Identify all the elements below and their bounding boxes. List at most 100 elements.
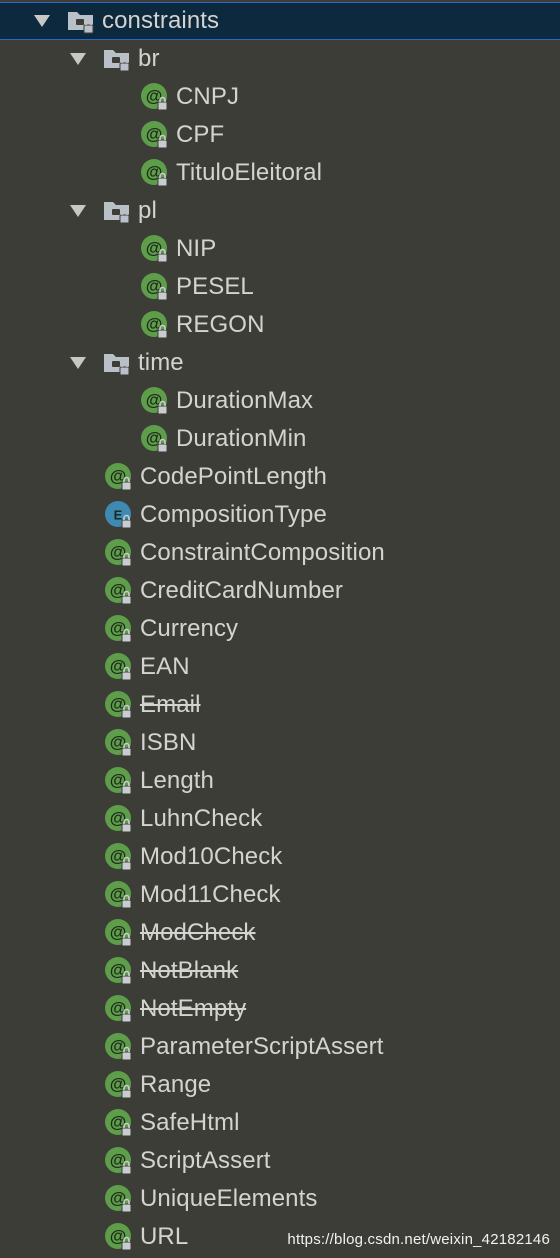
tree-node-label: time — [138, 349, 184, 376]
tree-node-label: ScriptAssert — [140, 1147, 271, 1174]
tree-node-isbn[interactable]: @ ISBN — [0, 724, 560, 762]
annotation-icon: @ — [104, 842, 134, 872]
tree-node-label: ConstraintComposition — [140, 539, 385, 566]
tree-node-label: Length — [140, 767, 215, 794]
tree-node-label: CompositionType — [140, 501, 327, 528]
tree-node-length[interactable]: @ Length — [0, 762, 560, 800]
tree-node-label: NIP — [176, 235, 217, 262]
annotation-icon: @ — [104, 1222, 134, 1252]
tree-node-label: Currency — [140, 615, 239, 642]
tree-node-label: ISBN — [140, 729, 197, 756]
tree-node-pl[interactable]: pl — [0, 192, 560, 230]
tree-node-label: NotEmpty — [140, 995, 247, 1022]
tree-node-label: CodePointLength — [140, 463, 327, 490]
tree-node-email[interactable]: @ Email — [0, 686, 560, 724]
tree-node-safehtml[interactable]: @ SafeHtml — [0, 1104, 560, 1142]
tree-node-label: CreditCardNumber — [140, 577, 343, 604]
annotation-icon: @ — [140, 82, 170, 112]
tree-node-creditcardnumber[interactable]: @ CreditCardNumber — [0, 572, 560, 610]
tree-node-label: URL — [140, 1223, 189, 1250]
tree-node-label: TituloEleitoral — [176, 159, 323, 186]
expand-arrow-icon[interactable] — [68, 353, 88, 373]
tree-node-durationmax[interactable]: @ DurationMax — [0, 382, 560, 420]
expand-arrow-icon[interactable] — [32, 11, 52, 31]
tree-node-br[interactable]: br — [0, 40, 560, 78]
annotation-icon: @ — [104, 804, 134, 834]
annotation-icon: @ — [140, 272, 170, 302]
tree-node-cnpj[interactable]: @ CNPJ — [0, 78, 560, 116]
tree-node-durationmin[interactable]: @ DurationMin — [0, 420, 560, 458]
folder-package-icon — [102, 44, 132, 74]
tree-node-tituloeleitoral[interactable]: @ TituloEleitoral — [0, 154, 560, 192]
annotation-icon: @ — [104, 766, 134, 796]
annotation-icon: @ — [104, 994, 134, 1024]
annotation-icon: @ — [104, 538, 134, 568]
annotation-icon: @ — [140, 120, 170, 150]
tree-node-label: Range — [140, 1071, 212, 1098]
expand-arrow-icon[interactable] — [68, 49, 88, 69]
tree-node-parameterscriptassert[interactable]: @ ParameterScriptAssert — [0, 1028, 560, 1066]
tree-node-label: DurationMax — [176, 387, 314, 414]
annotation-icon: @ — [104, 1108, 134, 1138]
annotation-icon: @ — [104, 614, 134, 644]
annotation-icon: @ — [104, 1070, 134, 1100]
tree-node-label: EAN — [140, 653, 190, 680]
tree-node-scriptassert[interactable]: @ ScriptAssert — [0, 1142, 560, 1180]
tree-node-label: UniqueElements — [140, 1185, 318, 1212]
annotation-icon: @ — [104, 576, 134, 606]
tree-node-label: LuhnCheck — [140, 805, 263, 832]
tree-node-range[interactable]: @ Range — [0, 1066, 560, 1104]
annotation-icon: @ — [140, 310, 170, 340]
tree-node-label: Mod10Check — [140, 843, 283, 870]
tree-node-label: NotBlank — [140, 957, 239, 984]
tree-node-notempty[interactable]: @ NotEmpty — [0, 990, 560, 1028]
annotation-icon: @ — [104, 918, 134, 948]
annotation-icon: @ — [104, 880, 134, 910]
tree-node-constraints[interactable]: constraints — [0, 2, 560, 40]
annotation-icon: @ — [104, 728, 134, 758]
tree-node-codepointlength[interactable]: @ CodePointLength — [0, 458, 560, 496]
tree-node-label: constraints — [102, 7, 220, 34]
folder-package-icon — [102, 196, 132, 226]
annotation-icon: @ — [104, 1184, 134, 1214]
tree-node-mod10check[interactable]: @ Mod10Check — [0, 838, 560, 876]
folder-package-icon — [66, 6, 96, 36]
annotation-icon: @ — [104, 1146, 134, 1176]
annotation-icon: @ — [104, 956, 134, 986]
annotation-icon: @ — [104, 652, 134, 682]
tree-node-time[interactable]: time — [0, 344, 560, 382]
tree-node-label: pl — [138, 197, 157, 224]
tree-node-label: DurationMin — [176, 425, 307, 452]
annotation-icon: @ — [140, 234, 170, 264]
tree-node-label: Mod11Check — [140, 881, 281, 908]
annotation-icon: @ — [104, 1032, 134, 1062]
tree-node-label: PESEL — [176, 273, 254, 300]
tree-node-label: Email — [140, 691, 201, 718]
tree-node-compositiontype[interactable]: E CompositionType — [0, 496, 560, 534]
folder-package-icon — [102, 348, 132, 378]
annotation-icon: @ — [140, 158, 170, 188]
tree-node-luhncheck[interactable]: @ LuhnCheck — [0, 800, 560, 838]
tree-node-constraintcomposition[interactable]: @ ConstraintComposition — [0, 534, 560, 572]
project-tree[interactable]: constraints br @ CNPJ @ CPF @ TituloEleitoral pl… — [0, 0, 560, 1258]
tree-node-label: ParameterScriptAssert — [140, 1033, 384, 1060]
tree-node-uniqueelements[interactable]: @ UniqueElements — [0, 1180, 560, 1218]
tree-node-ean[interactable]: @ EAN — [0, 648, 560, 686]
expand-arrow-icon[interactable] — [68, 201, 88, 221]
tree-node-label: br — [138, 45, 160, 72]
annotation-icon: @ — [104, 462, 134, 492]
annotation-icon: @ — [104, 690, 134, 720]
tree-node-notblank[interactable]: @ NotBlank — [0, 952, 560, 990]
tree-node-regon[interactable]: @ REGON — [0, 306, 560, 344]
tree-node-nip[interactable]: @ NIP — [0, 230, 560, 268]
tree-node-currency[interactable]: @ Currency — [0, 610, 560, 648]
tree-node-pesel[interactable]: @ PESEL — [0, 268, 560, 306]
tree-node-label: REGON — [176, 311, 265, 338]
tree-node-label: CNPJ — [176, 83, 240, 110]
tree-node-modcheck[interactable]: @ ModCheck — [0, 914, 560, 952]
annotation-icon: @ — [140, 424, 170, 454]
tree-node-label: CPF — [176, 121, 225, 148]
tree-node-cpf[interactable]: @ CPF — [0, 116, 560, 154]
tree-node-mod11check[interactable]: @ Mod11Check — [0, 876, 560, 914]
tree-node-label: ModCheck — [140, 919, 256, 946]
